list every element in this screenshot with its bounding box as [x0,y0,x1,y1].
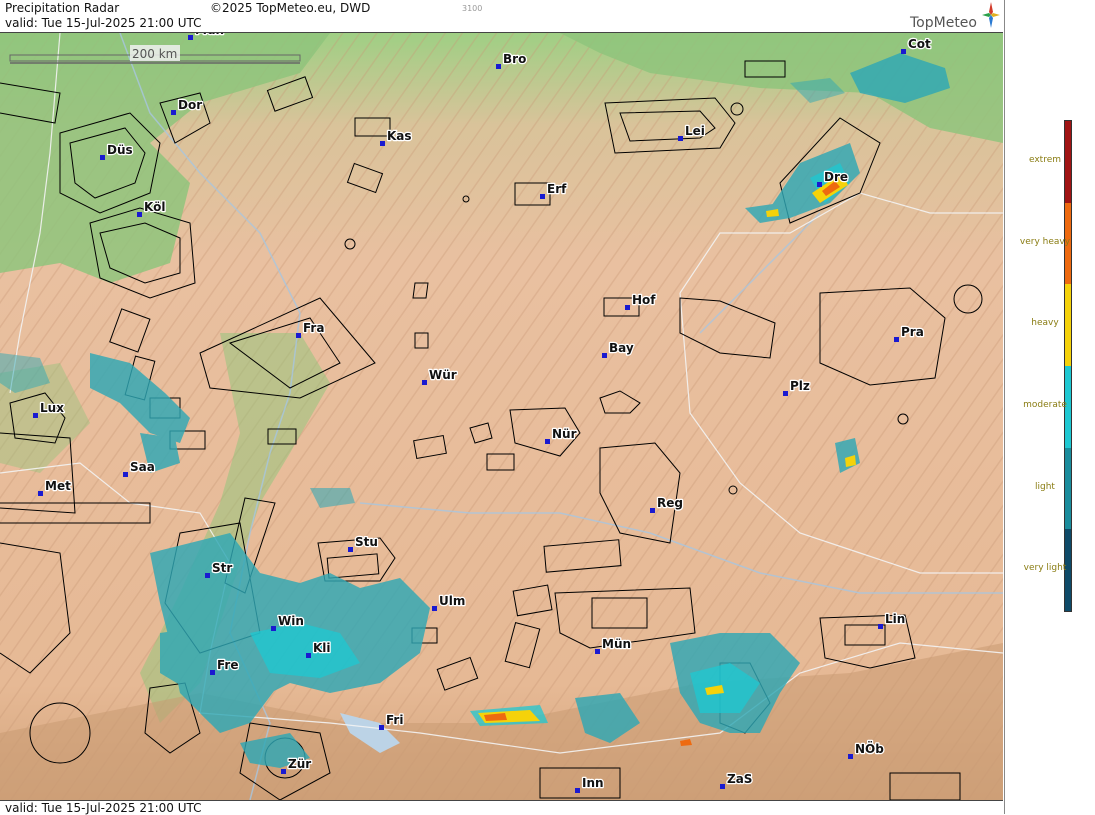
city-label: Met [45,479,71,493]
legend-label: heavy [1031,318,1059,329]
city-dot [678,136,683,141]
city-label: Reg [657,496,683,510]
city-dot [894,337,899,342]
city-dot [595,649,600,654]
legend-label: very heavy [1019,236,1071,247]
city-label: Cot [908,37,931,51]
city-label: Stu [355,535,378,549]
city-dot [296,333,301,338]
city-dot [205,573,210,578]
city-label: Mün [195,33,224,37]
city-dot [38,491,43,496]
city-dot [432,606,437,611]
city-label: Str [212,561,232,575]
city-dot [33,413,38,418]
city-label: Erf [547,182,567,196]
city-dot [210,670,215,675]
city-label: Dre [824,170,848,184]
compass-logo-icon [982,2,1000,28]
city-label: Nür [552,427,577,441]
city-dot [650,508,655,513]
city-label: Mün [602,637,631,651]
city-dot [137,212,142,217]
city-dot [379,725,384,730]
city-dot [171,110,176,115]
valid-time: valid: Tue 15-Jul-2025 21:00 UTC [5,16,202,30]
city-dot [817,182,822,187]
city-label: Lux [40,401,64,415]
city-label: Bay [609,341,634,355]
city-label: Fri [386,713,403,727]
legend-label: very light [1023,563,1067,574]
city-label: Lei [685,124,705,138]
header-bar: Precipitation Radar ©2025 TopMeteo.eu, D… [0,0,1003,33]
city-dot [281,769,286,774]
city-label: Zür [288,757,311,771]
copyright-text: ©2025 TopMeteo.eu, DWD [210,1,371,15]
legend-color-bar [1064,120,1072,612]
city-dot [496,64,501,69]
city-dot [540,194,545,199]
city-label: Kas [387,129,412,143]
city-label: Saa [130,460,155,474]
city-dot [380,141,385,146]
city-label: Hof [632,293,656,307]
city-dot [901,49,906,54]
city-label: Ulm [439,594,465,608]
brand-logo-text: TopMeteo [910,15,977,31]
city-dot [348,547,353,552]
city-dot [422,380,427,385]
city-label: Köl [144,200,165,214]
city-label: Bro [503,52,526,66]
city-dot [625,305,630,310]
map-code: 3100 [462,4,483,13]
city-dot [720,784,725,789]
city-dot [545,439,550,444]
city-dot [100,155,105,160]
city-label: Dor [178,98,202,112]
city-dot [848,754,853,759]
city-label: Win [278,614,304,628]
city-dot [602,353,607,358]
city-dot [575,788,580,793]
city-dot [123,472,128,477]
city-dot [878,624,883,629]
radar-map-frame: Precipitation Radar ©2025 TopMeteo.eu, D… [0,0,1095,815]
city-label: Düs [107,143,133,157]
scale-label: 200 km [132,47,177,61]
radar-map[interactable]: 200 km Mün Bro Cot Dor Kas Lei Düs Erf Dre Köl Hof… [0,33,1003,800]
city-label: Wür [429,368,457,382]
city-label: Lin [885,612,905,626]
city-label: Pra [901,325,924,339]
city-label: Inn [582,776,604,790]
city-label: Fre [217,658,239,672]
map-title: Precipitation Radar [5,1,120,15]
legend-label: extrem [1028,154,1062,165]
legend-label: light [1035,481,1055,492]
city-dot [188,35,193,40]
city-label: Kli [313,641,331,655]
city-dot [271,626,276,631]
city-label: Fra [303,321,324,335]
city-dot [306,653,311,658]
precipitation-legend: extrem very heavy heavy moderate light very l… [1004,0,1095,814]
city-label: ZaS [727,772,752,786]
footer-bar: valid: Tue 15-Jul-2025 21:00 UTC [0,800,1003,815]
city-label: NÖb [855,741,884,756]
footer-valid-time: valid: Tue 15-Jul-2025 21:00 UTC [5,801,202,815]
city-label: Plz [790,379,810,393]
city-dot [783,391,788,396]
legend-label: moderate [1023,399,1067,410]
